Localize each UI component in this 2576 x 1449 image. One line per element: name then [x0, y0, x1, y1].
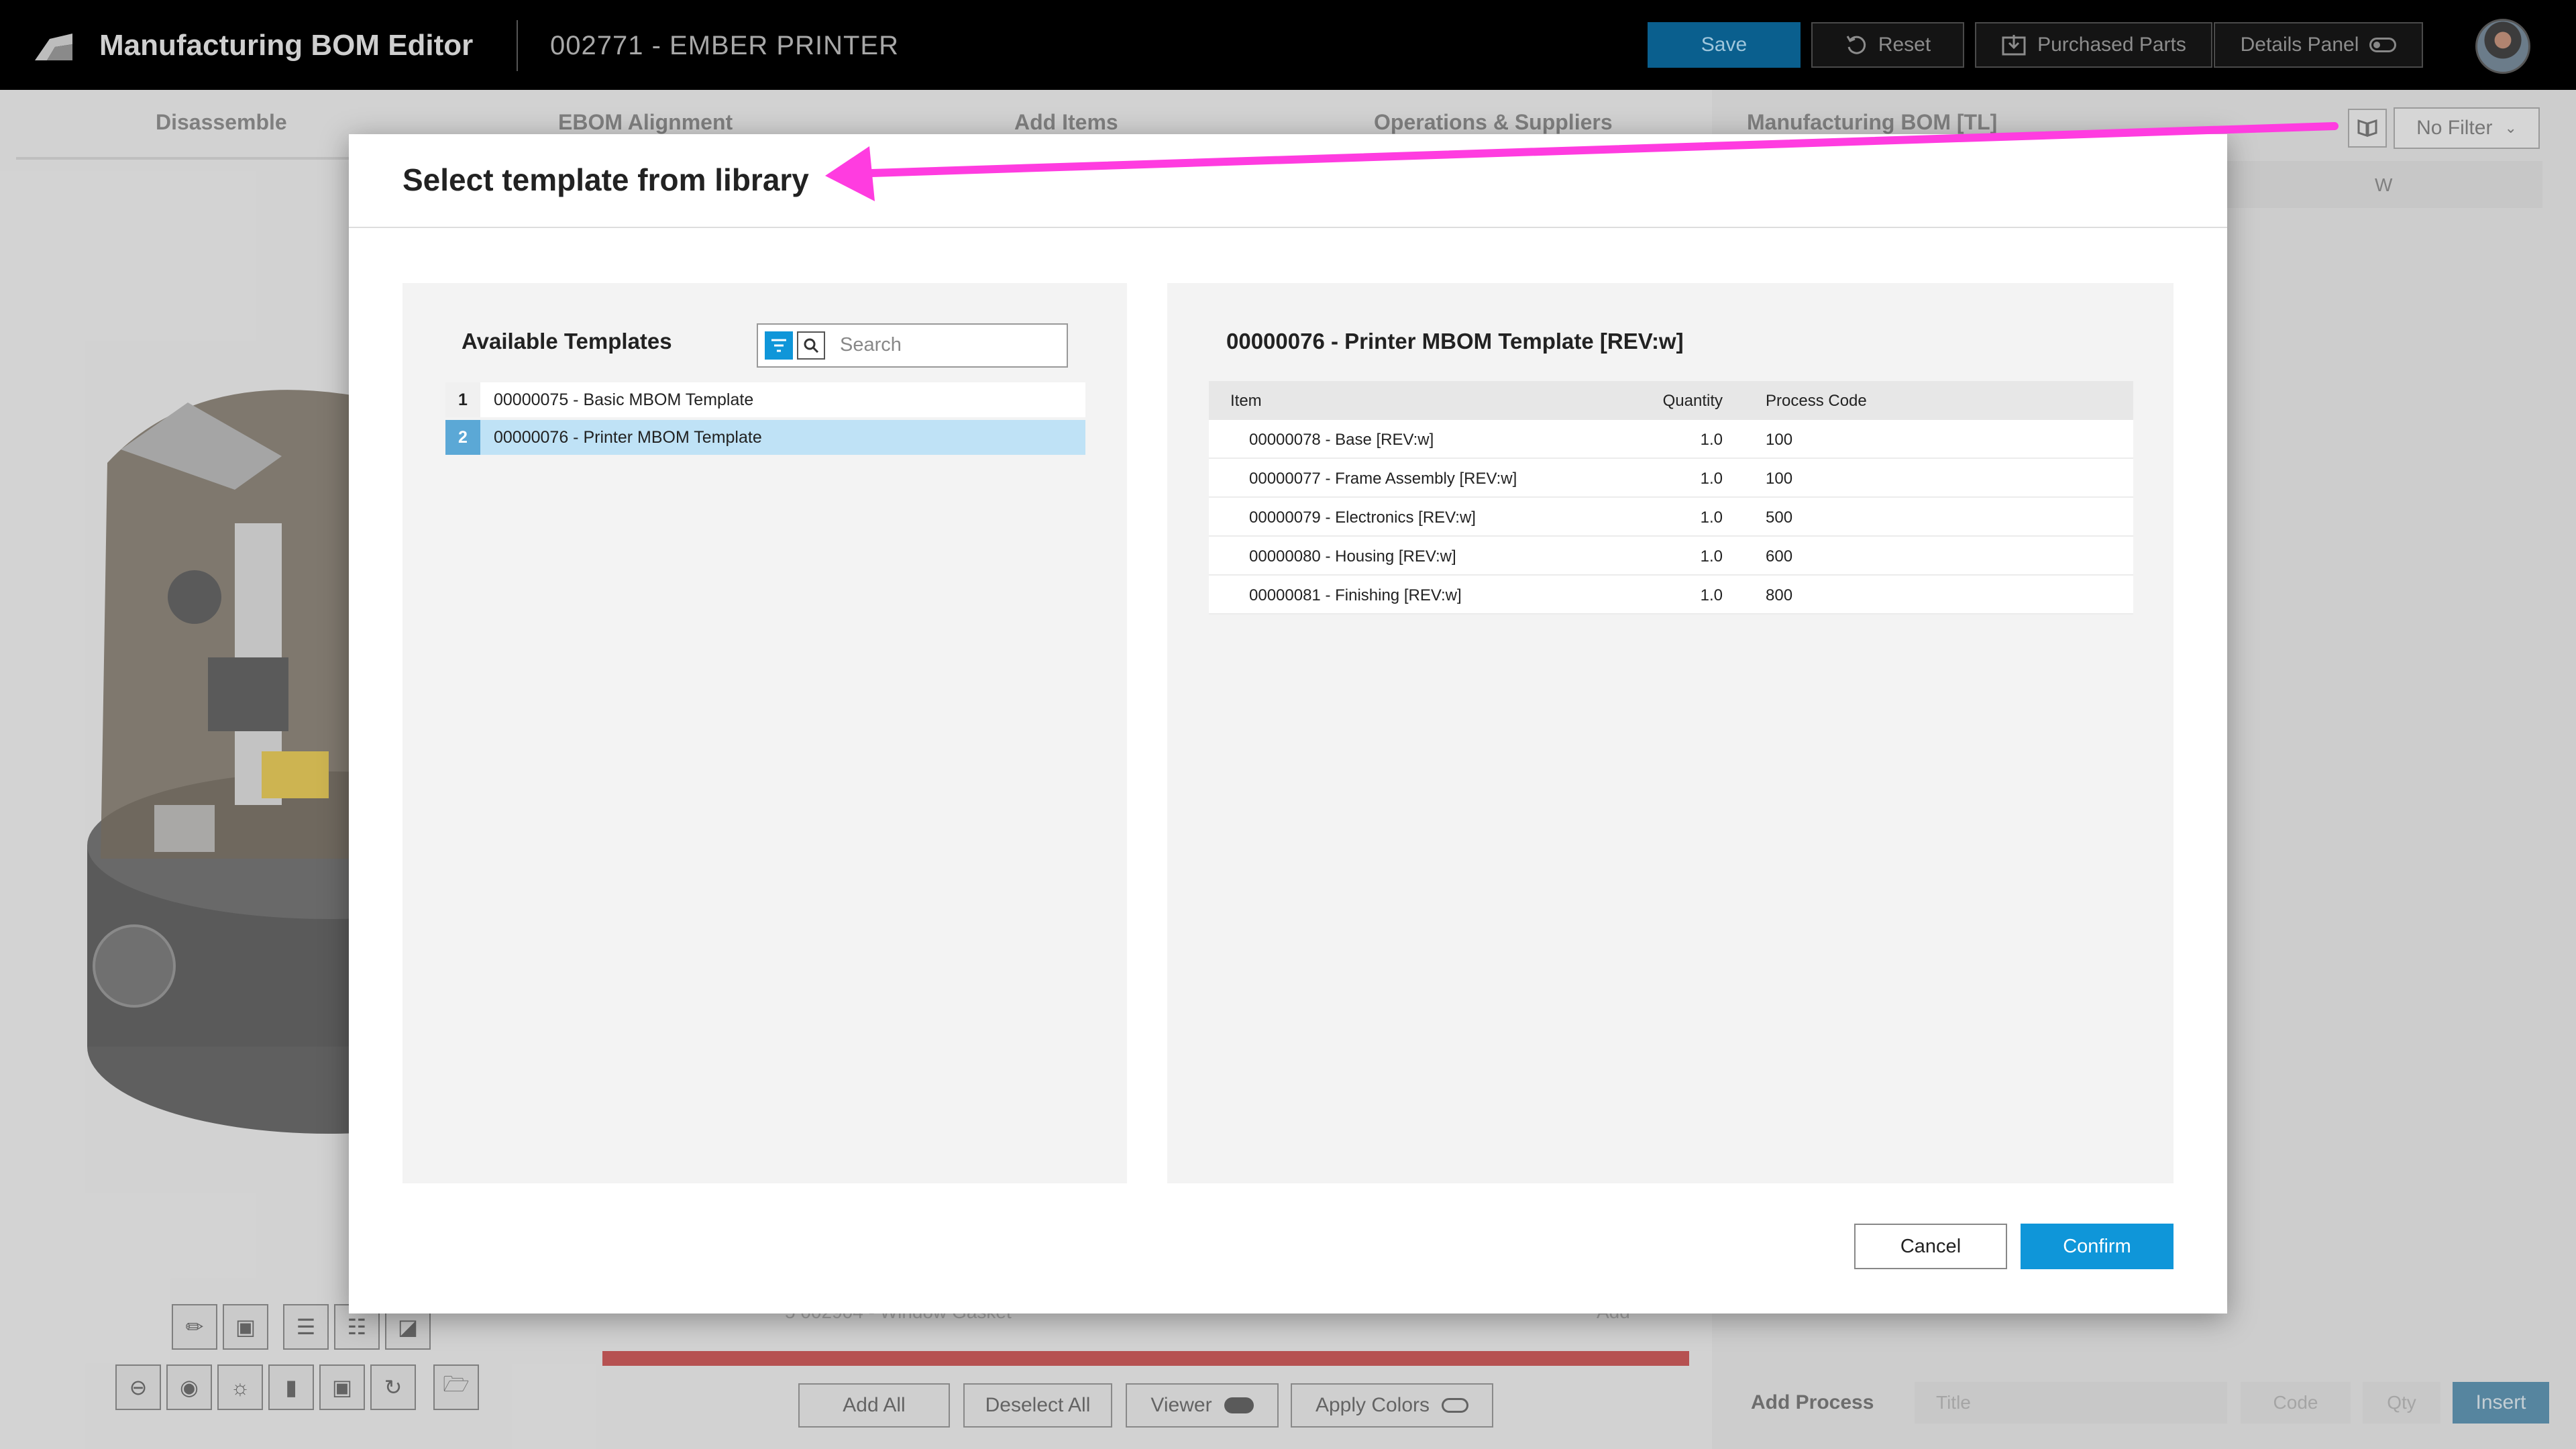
row-quantity: 1.0 [1700, 431, 1723, 449]
column-process-code: Process Code [1766, 392, 1867, 410]
table-row: 00000077 - Frame Assembly [REV:w] 1.0 10… [1209, 459, 2133, 498]
table-row: 00000080 - Housing [REV:w] 1.0 600 [1209, 537, 2133, 576]
reset-button[interactable]: Reset [1811, 22, 1964, 68]
save-button-label: Save [1701, 34, 1748, 56]
dialog-divider [349, 227, 2227, 228]
document-title: 002771 - EMBER PRINTER [550, 31, 899, 60]
row-quantity: 1.0 [1700, 470, 1723, 488]
column-item: Item [1230, 392, 1262, 410]
details-panel-label: Details Panel [2240, 34, 2359, 56]
dialog-title: Select template from library [402, 162, 809, 197]
template-row-number: 2 [445, 420, 480, 455]
purchased-parts-label: Purchased Parts [2037, 34, 2186, 56]
filter-icon[interactable] [765, 331, 793, 360]
row-process-code: 600 [1766, 547, 1793, 566]
confirm-button[interactable]: Confirm [2021, 1224, 2174, 1269]
row-process-code: 800 [1766, 586, 1793, 604]
user-avatar[interactable] [2475, 19, 2530, 74]
row-item: 00000080 - Housing [REV:w] [1249, 547, 1456, 566]
autodesk-logo-icon [35, 34, 72, 60]
template-row-label: 00000076 - Printer MBOM Template [494, 427, 762, 447]
app-title: Manufacturing BOM Editor [99, 29, 474, 62]
row-quantity: 1.0 [1700, 508, 1723, 527]
column-quantity: Quantity [1662, 392, 1723, 410]
table-row: 00000079 - Electronics [REV:w] 1.0 500 [1209, 498, 2133, 537]
table-row: 00000081 - Finishing [REV:w] 1.0 800 [1209, 576, 2133, 614]
template-detail-title: 00000076 - Printer MBOM Template [REV:w] [1226, 329, 1684, 354]
available-templates-title: Available Templates [462, 329, 672, 354]
reset-icon [1846, 36, 1866, 54]
template-search[interactable]: Search [757, 323, 1068, 368]
save-button[interactable]: Save [1648, 22, 1801, 68]
confirm-button-label: Confirm [2063, 1235, 2131, 1257]
search-placeholder: Search [840, 334, 902, 356]
download-tray-icon [2002, 35, 2026, 56]
row-item: 00000081 - Finishing [REV:w] [1249, 586, 1462, 604]
row-process-code: 500 [1766, 508, 1793, 527]
toggle-switch-icon [2369, 38, 2397, 52]
template-row-selected[interactable]: 2 00000076 - Printer MBOM Template [445, 420, 1085, 455]
row-process-code: 100 [1766, 431, 1793, 449]
available-templates-panel: Available Templates Search 1 00000075 - … [402, 283, 1127, 1183]
row-item: 00000077 - Frame Assembly [REV:w] [1249, 470, 1517, 488]
reset-button-label: Reset [1878, 34, 1931, 56]
row-quantity: 1.0 [1700, 586, 1723, 604]
template-library-dialog: Select template from library Available T… [349, 134, 2227, 1313]
template-row-label: 00000075 - Basic MBOM Template [494, 390, 754, 409]
row-quantity: 1.0 [1700, 547, 1723, 566]
cancel-button[interactable]: Cancel [1854, 1224, 2007, 1269]
table-header: Item Quantity Process Code [1209, 381, 2133, 420]
search-icon[interactable] [797, 331, 825, 360]
row-process-code: 100 [1766, 470, 1793, 488]
cancel-button-label: Cancel [1900, 1235, 1962, 1257]
template-row-number: 1 [445, 382, 480, 417]
row-item: 00000079 - Electronics [REV:w] [1249, 508, 1476, 527]
template-row[interactable]: 1 00000075 - Basic MBOM Template [445, 382, 1085, 417]
template-items-table: Item Quantity Process Code 00000078 - Ba… [1209, 381, 2133, 614]
top-bar: Manufacturing BOM Editor 002771 - EMBER … [0, 0, 2576, 90]
row-item: 00000078 - Base [REV:w] [1249, 431, 1434, 449]
details-panel-toggle[interactable]: Details Panel [2214, 22, 2423, 68]
title-divider [517, 20, 518, 71]
template-detail-panel: 00000076 - Printer MBOM Template [REV:w]… [1167, 283, 2174, 1183]
purchased-parts-button[interactable]: Purchased Parts [1975, 22, 2212, 68]
table-row: 00000078 - Base [REV:w] 1.0 100 [1209, 420, 2133, 459]
